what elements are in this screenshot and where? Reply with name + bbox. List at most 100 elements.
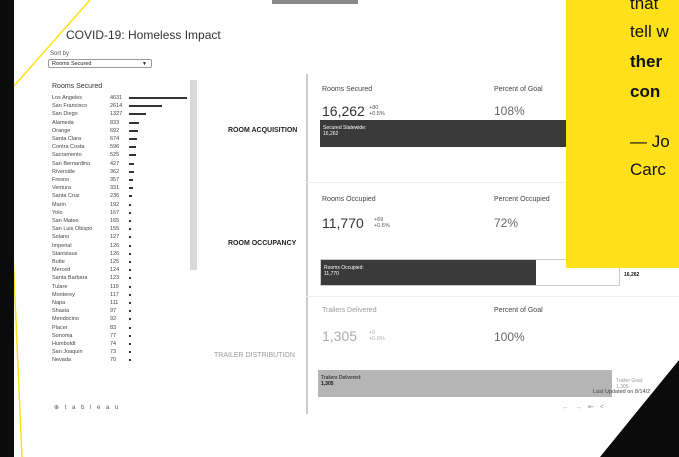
rooms-secured-delta: +80 +0.5% [369,105,385,117]
county-value: 119 [110,283,119,290]
county-value: 83 [110,324,117,331]
county-name: Butte [52,259,65,265]
county-name: Fresno [52,177,70,183]
county-name: Stanislaus [52,250,78,257]
county-bar [129,236,131,239]
percent-goal-value: 108% [494,104,525,118]
county-bar [129,211,132,214]
county-bar [129,129,138,132]
county-name: Contra Costa [52,144,85,151]
list-title: Rooms Secured [52,83,103,90]
county-bar [129,170,134,173]
revert-icon[interactable]: ⇤ [588,404,600,411]
county-name: Placer [52,324,68,331]
county-bar [129,187,134,190]
viz-toolbar: ←→⇤< [562,403,610,411]
county-value: 4631 [110,95,123,101]
occupied-bar-text: Rooms Occupied: 11,770 [324,265,364,277]
county-bar [129,162,135,165]
county-name: Santa Barbara [52,275,88,282]
county-name: Tulare [52,283,68,290]
page-title: COVID-19: Homeless Impact [66,28,221,42]
county-value: 123 [110,275,120,282]
county-value: 1327 [110,111,123,118]
county-value: 2614 [110,103,123,110]
quote-line: — Jo [630,132,670,151]
county-value: 73 [110,349,117,356]
sort-by-label: Sort by [50,51,70,57]
county-bar [129,351,131,354]
list-scrollbar[interactable] [190,80,197,270]
undo-icon[interactable]: ← [562,404,575,411]
percent-goal-label: Percent of Goal [494,86,543,93]
county-name: Shasta [52,308,70,315]
county-value: 596 [110,144,120,151]
percent-occupied-value: 72% [494,216,519,230]
secured-bar[interactable]: Secured Statewide: 16,262 [320,120,596,147]
rooms-occupied-delta: +69 +0.6% [374,217,390,229]
county-name: Yolo [52,209,63,216]
county-bar [129,195,132,198]
county-bar [129,277,131,280]
county-name: Sacramento [52,152,82,159]
county-bar [129,261,131,263]
county-bar [129,310,131,313]
trailers-delivered-delta: +0 +0.0% [369,330,385,342]
county-bar [129,154,136,157]
county-bar [129,326,131,329]
section-label-acquisition: ROOM ACQUISITION [228,127,298,134]
county-name: Mendocino [52,316,79,323]
county-value: 525 [110,152,120,159]
county-value: 331 [110,185,120,192]
quote-line: ther [630,52,663,71]
county-value: 427 [110,160,120,167]
section-label-occupancy: ROOM OCCUPANCY [228,240,297,247]
county-value: 165 [110,218,120,224]
county-value: 362 [110,168,120,175]
county-value: 92 [110,316,117,323]
trailers-bar-fill [318,370,612,397]
rooms-occupied-value: 11,770 [322,215,364,231]
window-tab[interactable] [272,0,358,4]
county-value: 125 [110,259,120,265]
tableau-logo[interactable]: ⊕ t a b l e a u [54,404,120,411]
trailers-delivered-label: Trailers Delivered [322,307,377,314]
county-bar [129,244,131,247]
last-updated: Last Updated on 8/14/2 [593,389,651,395]
county-value: 192 [110,201,120,208]
quote-line: con [630,82,661,101]
county-bar [129,179,134,181]
redo-icon[interactable]: → [575,404,588,411]
county-value: 167 [110,209,120,216]
county-value: 236 [110,193,120,200]
county-name: Santa Clara [52,136,82,142]
county-bar [129,203,132,206]
county-name: Napa [52,300,66,306]
county-value: 674 [110,136,120,142]
county-name: Marin [52,201,66,208]
county-value: 155 [110,226,120,233]
county-name: Solano [52,234,70,241]
trailers-goal-label: Percent of Goal [494,307,543,314]
county-name: San Mateo [52,218,79,224]
county-value: 127 [110,234,120,241]
county-bar [129,318,131,321]
county-value: 357 [110,177,120,183]
county-bar [129,285,131,288]
county-name: Monterey [52,291,75,298]
section-divider [306,74,308,414]
trailers-bar[interactable]: Trailers Delivered: 1,305 [318,370,612,397]
county-name: San Bernardino [52,160,91,167]
county-name: Sonoma [52,332,73,339]
county-name: San Diego [52,111,78,118]
section-label-trailers: TRAILER DISTRIBUTION [214,352,295,359]
county-value: 126 [110,242,120,249]
quote-overlay: that tell w ther con — Jo Carc [566,0,679,268]
quote-line: tell w [630,22,669,41]
county-name: Ventura [52,185,71,192]
county-name: Humboldt [52,341,76,347]
county-value: 97 [110,308,117,315]
share-icon[interactable]: < [600,404,610,411]
sort-dropdown[interactable]: Rooms Secured ▼ [48,59,152,68]
county-name: Alameda [52,119,74,126]
